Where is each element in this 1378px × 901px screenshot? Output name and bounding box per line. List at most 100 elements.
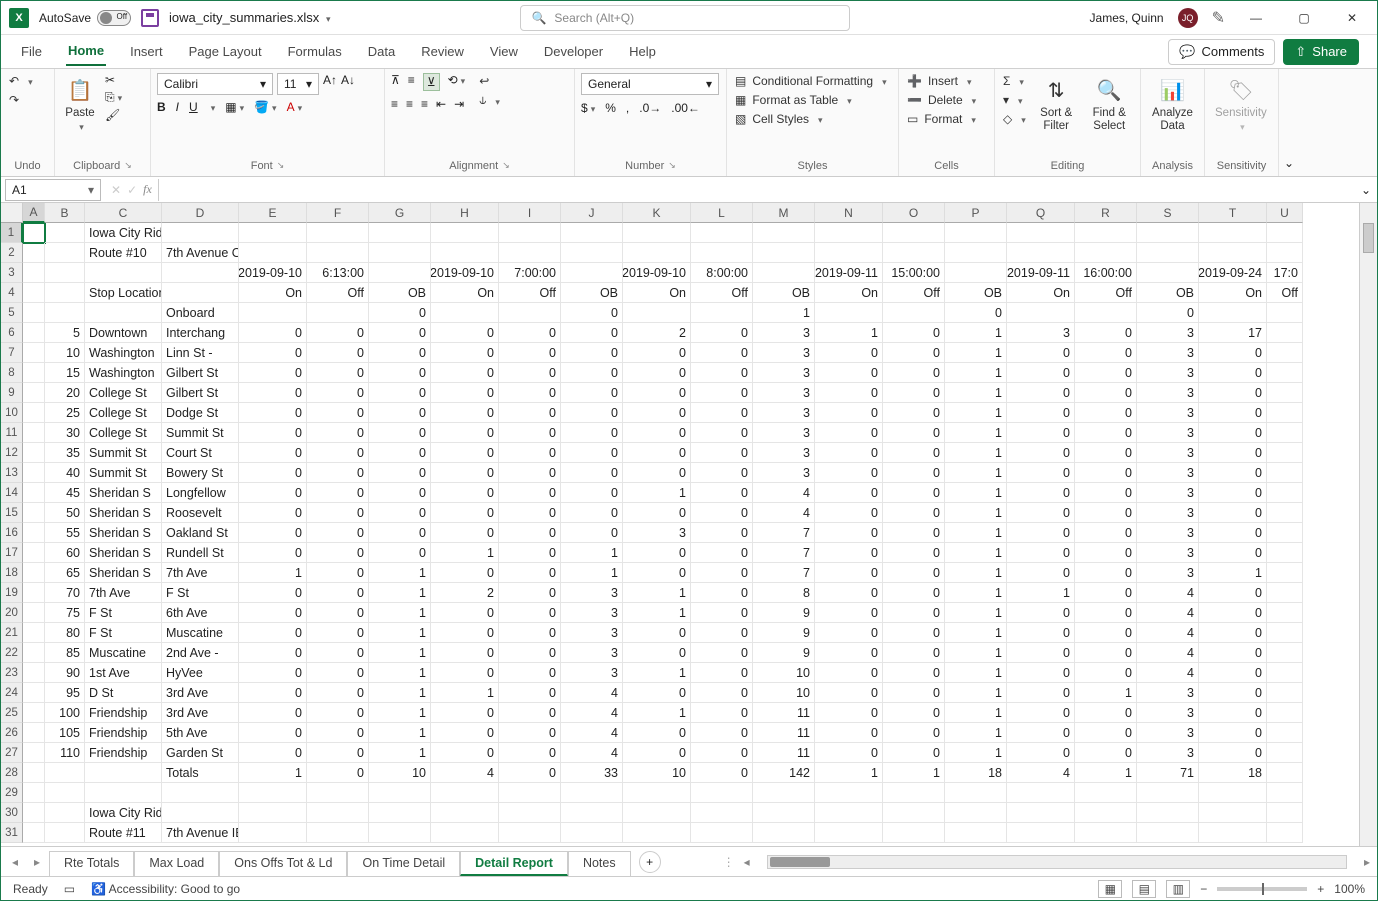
cell[interactable]: 0 — [1075, 523, 1137, 543]
page-layout-view-button[interactable]: ▤ — [1132, 880, 1156, 898]
cell[interactable]: 11 — [753, 703, 815, 723]
cell[interactable]: 2 — [431, 583, 499, 603]
cell[interactable]: 0 — [691, 683, 753, 703]
cell[interactable] — [1267, 323, 1303, 343]
cell[interactable] — [1267, 583, 1303, 603]
merge-center-button[interactable]: ⫝ — [477, 92, 502, 109]
cell[interactable] — [162, 783, 239, 803]
cell[interactable]: 3 — [1137, 363, 1199, 383]
cell[interactable]: 4 — [561, 683, 623, 703]
cell[interactable]: Friendship — [85, 743, 162, 763]
align-left-icon[interactable]: ≡ — [391, 97, 398, 111]
cell[interactable]: 1 — [945, 723, 1007, 743]
cell[interactable]: 90 — [45, 663, 85, 683]
cell[interactable]: 105 — [45, 723, 85, 743]
cell[interactable]: F St — [85, 623, 162, 643]
cell[interactable] — [1267, 523, 1303, 543]
hscroll-left[interactable]: ◂ — [737, 855, 757, 869]
cell[interactable] — [162, 223, 239, 243]
formula-bar[interactable] — [158, 179, 1355, 201]
cell[interactable]: 0 — [369, 323, 431, 343]
copy-icon[interactable]: ⎘ — [105, 90, 122, 105]
row-header[interactable]: 16 — [1, 523, 23, 543]
cell[interactable]: 18 — [1199, 763, 1267, 783]
cell[interactable]: 1 — [753, 303, 815, 323]
cell[interactable]: 2nd Ave - — [162, 643, 239, 663]
cell[interactable]: 0 — [307, 763, 369, 783]
column-header-U[interactable]: U — [1267, 203, 1303, 223]
cell[interactable] — [499, 823, 561, 843]
cell[interactable]: 3 — [753, 463, 815, 483]
cell[interactable] — [691, 783, 753, 803]
row-header[interactable]: 21 — [1, 623, 23, 643]
cell[interactable]: 1 — [369, 643, 431, 663]
cell[interactable] — [23, 383, 45, 403]
cell[interactable]: 0 — [691, 423, 753, 443]
cell[interactable]: 0 — [431, 463, 499, 483]
cell[interactable] — [23, 503, 45, 523]
cell[interactable] — [23, 583, 45, 603]
cell[interactable]: 0 — [691, 503, 753, 523]
cell[interactable]: 0 — [561, 303, 623, 323]
row-header[interactable]: 11 — [1, 423, 23, 443]
cell[interactable]: 1 — [623, 583, 691, 603]
cell[interactable] — [1199, 823, 1267, 843]
cell[interactable]: 0 — [499, 403, 561, 423]
cell[interactable]: 0 — [1199, 523, 1267, 543]
cell[interactable]: 4 — [1137, 643, 1199, 663]
cell[interactable]: 0 — [815, 683, 883, 703]
cell[interactable]: 0 — [691, 623, 753, 643]
cell[interactable]: 0 — [307, 503, 369, 523]
row-header[interactable]: 17 — [1, 543, 23, 563]
cell[interactable]: 0 — [883, 643, 945, 663]
cell[interactable]: Onboard — [162, 303, 239, 323]
cell[interactable]: 1 — [945, 663, 1007, 683]
cell[interactable] — [239, 243, 307, 263]
cell[interactable]: 0 — [499, 563, 561, 583]
sort-filter-button[interactable]: ⇅ Sort & Filter — [1034, 73, 1079, 134]
cell[interactable]: 4 — [1007, 763, 1075, 783]
cell[interactable] — [623, 303, 691, 323]
cell[interactable]: 1 — [945, 443, 1007, 463]
cell[interactable]: 0 — [307, 363, 369, 383]
insert-cells-button[interactable]: ➕Insert — [905, 73, 978, 89]
cell[interactable]: 1 — [883, 763, 945, 783]
cell[interactable] — [23, 723, 45, 743]
cell[interactable]: 0 — [623, 423, 691, 443]
cell[interactable] — [499, 303, 561, 323]
cell[interactable] — [1267, 543, 1303, 563]
cell[interactable]: 1 — [945, 363, 1007, 383]
cell[interactable]: 0 — [431, 523, 499, 543]
cell[interactable] — [23, 763, 45, 783]
font-size-select[interactable]: 11▾ — [277, 73, 319, 95]
cell[interactable] — [1267, 763, 1303, 783]
cell[interactable]: 0 — [623, 743, 691, 763]
cell[interactable] — [1137, 823, 1199, 843]
cell[interactable]: 0 — [499, 683, 561, 703]
cell[interactable]: 1 — [623, 483, 691, 503]
cell[interactable]: 0 — [499, 723, 561, 743]
cell[interactable] — [945, 223, 1007, 243]
cell[interactable]: 0 — [499, 443, 561, 463]
cell[interactable]: Washington — [85, 343, 162, 363]
cell[interactable]: 0 — [1137, 303, 1199, 323]
cell[interactable]: 3 — [1137, 463, 1199, 483]
cell[interactable]: 71 — [1137, 763, 1199, 783]
cell[interactable] — [883, 303, 945, 323]
cell[interactable]: 1 — [623, 703, 691, 723]
cell[interactable]: 0 — [561, 503, 623, 523]
cell[interactable] — [369, 783, 431, 803]
cell[interactable] — [369, 243, 431, 263]
cell[interactable]: 3rd Ave — [162, 703, 239, 723]
cell[interactable]: 1 — [431, 683, 499, 703]
cell[interactable]: 0 — [239, 383, 307, 403]
column-header-P[interactable]: P — [945, 203, 1007, 223]
align-bottom-icon[interactable]: ⊻ — [423, 73, 440, 91]
cell[interactable]: 0 — [239, 643, 307, 663]
cell[interactable]: 3 — [561, 623, 623, 643]
cell[interactable]: 0 — [499, 323, 561, 343]
cell[interactable]: 0 — [691, 663, 753, 683]
cell[interactable]: 1 — [369, 563, 431, 583]
cell[interactable]: 8:00:00 — [691, 263, 753, 283]
cell[interactable]: 0 — [1199, 703, 1267, 723]
